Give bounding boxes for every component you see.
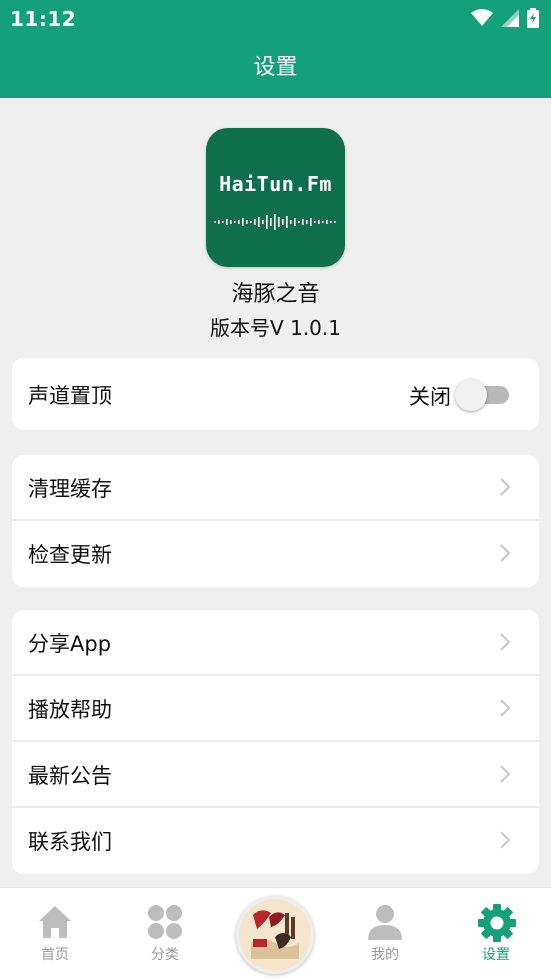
chevron-right-icon: [500, 544, 511, 562]
logo-text: HaiTun.Fm: [219, 172, 332, 196]
nav-category-label: 分类: [151, 947, 179, 963]
info-card: 分享App 播放帮助 最新公告 联系我们: [12, 610, 539, 874]
nav-home-label: 首页: [41, 947, 69, 963]
sound-wave-icon: [214, 214, 336, 230]
latest-notice-row[interactable]: 最新公告: [12, 742, 539, 808]
nav-settings-label: 设置: [482, 947, 510, 963]
album-art-icon: [239, 899, 311, 971]
wifi-icon: [471, 9, 493, 26]
toggle-knob[interactable]: [455, 379, 487, 411]
app-logo: HaiTun.Fm: [206, 128, 345, 267]
latest-notice-label: 最新公告: [28, 764, 112, 788]
status-bar: 11:12: [0, 0, 551, 38]
playback-help-row[interactable]: 播放帮助: [12, 676, 539, 742]
check-update-row[interactable]: 检查更新: [12, 521, 539, 587]
chevron-right-icon: [500, 699, 511, 717]
share-app-row[interactable]: 分享App: [12, 610, 539, 676]
nav-home[interactable]: 首页: [0, 888, 110, 979]
maintenance-card: 清理缓存 检查更新: [12, 455, 539, 587]
check-update-label: 检查更新: [28, 543, 112, 567]
app-name: 海豚之音: [231, 282, 320, 307]
clear-cache-row[interactable]: 清理缓存: [12, 455, 539, 521]
signal-icon: [501, 9, 519, 27]
nav-category[interactable]: 分类: [110, 888, 220, 979]
chevron-right-icon: [500, 765, 511, 783]
channel-top-row[interactable]: 声道置顶 关闭: [12, 358, 539, 430]
title-bar: 设置: [0, 38, 551, 98]
battery-icon: [527, 8, 539, 28]
now-playing-cover[interactable]: [236, 896, 314, 974]
chevron-right-icon: [500, 478, 511, 496]
gear-icon: [478, 904, 516, 942]
chevron-right-icon: [500, 633, 511, 651]
grid-icon: [148, 905, 182, 939]
contact-us-label: 联系我们: [28, 830, 112, 854]
nav-settings[interactable]: 设置: [441, 888, 551, 979]
status-icons: [471, 8, 539, 28]
contact-us-row[interactable]: 联系我们: [12, 808, 539, 874]
clear-cache-label: 清理缓存: [28, 477, 112, 501]
nav-mine[interactable]: 我的: [330, 888, 440, 979]
page-title: 设置: [253, 55, 298, 80]
playback-help-label: 播放帮助: [28, 698, 112, 722]
channel-top-label: 声道置顶: [28, 384, 112, 408]
app-version: 版本号V 1.0.1: [210, 316, 341, 340]
home-icon: [39, 906, 71, 938]
channel-top-card: 声道置顶 关闭: [12, 358, 539, 430]
toggle-state-label: 关闭: [409, 385, 451, 409]
share-app-label: 分享App: [28, 632, 112, 656]
bottom-nav: 首页 分类 我的 设置: [0, 887, 551, 979]
status-time: 11:12: [10, 7, 77, 31]
person-icon: [368, 905, 402, 940]
nav-mine-label: 我的: [371, 947, 399, 963]
chevron-right-icon: [500, 831, 511, 849]
